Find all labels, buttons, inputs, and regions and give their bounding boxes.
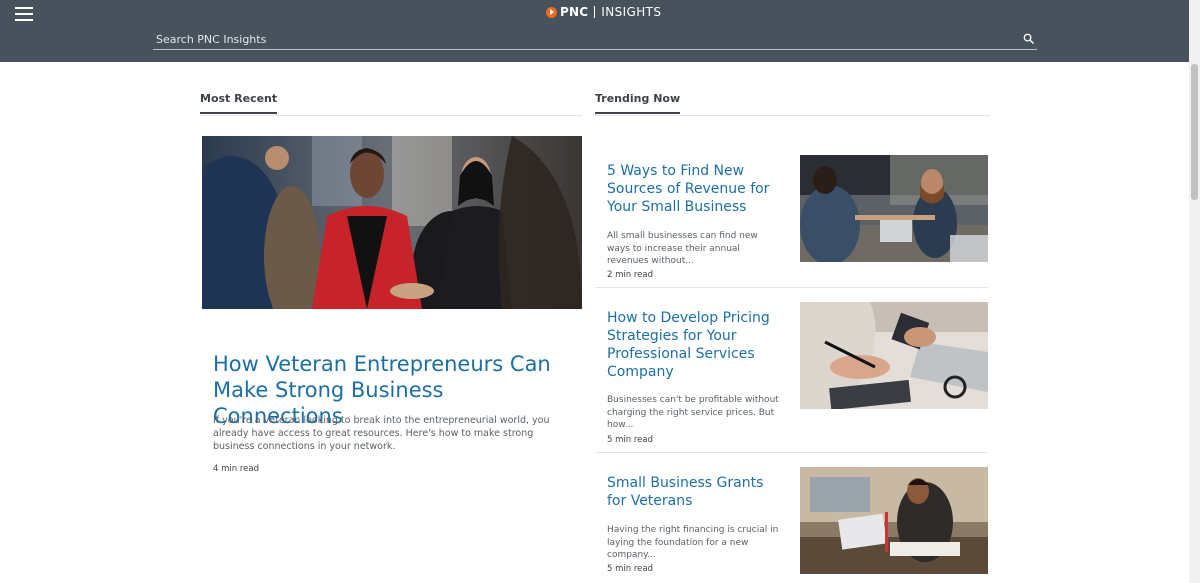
trending-article-image[interactable] xyxy=(800,302,988,409)
trending-article-title[interactable]: How to Develop Pricing Strategies for Yo… xyxy=(607,309,782,381)
hamburger-menu-icon[interactable] xyxy=(15,7,33,23)
trending-article-title[interactable]: Small Business Grants for Veterans xyxy=(607,474,782,510)
search-icon[interactable] xyxy=(1023,33,1034,44)
page-scrollbar[interactable] xyxy=(1189,0,1200,583)
trending-now-label: Trending Now xyxy=(595,92,681,114)
trending-article-card[interactable]: Small Business Grants for Veterans Havin… xyxy=(595,467,988,577)
card-divider xyxy=(595,452,988,453)
trending-article-read-time: 5 min read xyxy=(607,564,653,574)
trending-article-read-time: 2 min read xyxy=(607,270,653,280)
trending-now-divider xyxy=(595,115,990,116)
most-recent-label: Most Recent xyxy=(200,92,278,114)
search-input[interactable] xyxy=(156,30,1006,48)
card-divider xyxy=(595,287,988,288)
trending-article-card[interactable]: How to Develop Pricing Strategies for Yo… xyxy=(595,302,988,452)
trending-article-card[interactable]: 5 Ways to Find New Sources of Revenue fo… xyxy=(595,155,988,288)
pnc-insights-logo[interactable]: PNC INSIGHTS xyxy=(546,4,661,20)
feature-article-image[interactable] xyxy=(202,136,582,309)
most-recent-divider xyxy=(200,115,582,116)
scrollbar-thumb[interactable] xyxy=(1191,64,1198,200)
trending-article-description: Having the right financing is crucial in… xyxy=(607,525,779,560)
feature-article-description: If you're a veteran looking to break int… xyxy=(213,415,550,452)
trending-article-description: All small businesses can find new ways t… xyxy=(607,231,758,266)
logo-divider xyxy=(594,6,596,18)
pnc-logo-mark-icon xyxy=(546,6,557,18)
trending-article-description: Businesses can't be profitable without c… xyxy=(607,395,779,430)
most-recent-heading: Most Recent xyxy=(200,92,278,115)
trending-article-image[interactable] xyxy=(800,155,988,262)
trending-now-heading: Trending Now xyxy=(595,92,681,115)
trending-article-image[interactable] xyxy=(800,467,988,574)
feature-article-read-time: 4 min read xyxy=(213,464,259,474)
trending-article-read-time: 5 min read xyxy=(607,435,653,445)
site-header: PNC INSIGHTS xyxy=(0,0,1189,62)
brand-name: PNC xyxy=(560,5,589,19)
trending-article-title[interactable]: 5 Ways to Find New Sources of Revenue fo… xyxy=(607,162,782,216)
search-bar xyxy=(153,28,1037,50)
brand-subtitle: INSIGHTS xyxy=(601,5,662,19)
